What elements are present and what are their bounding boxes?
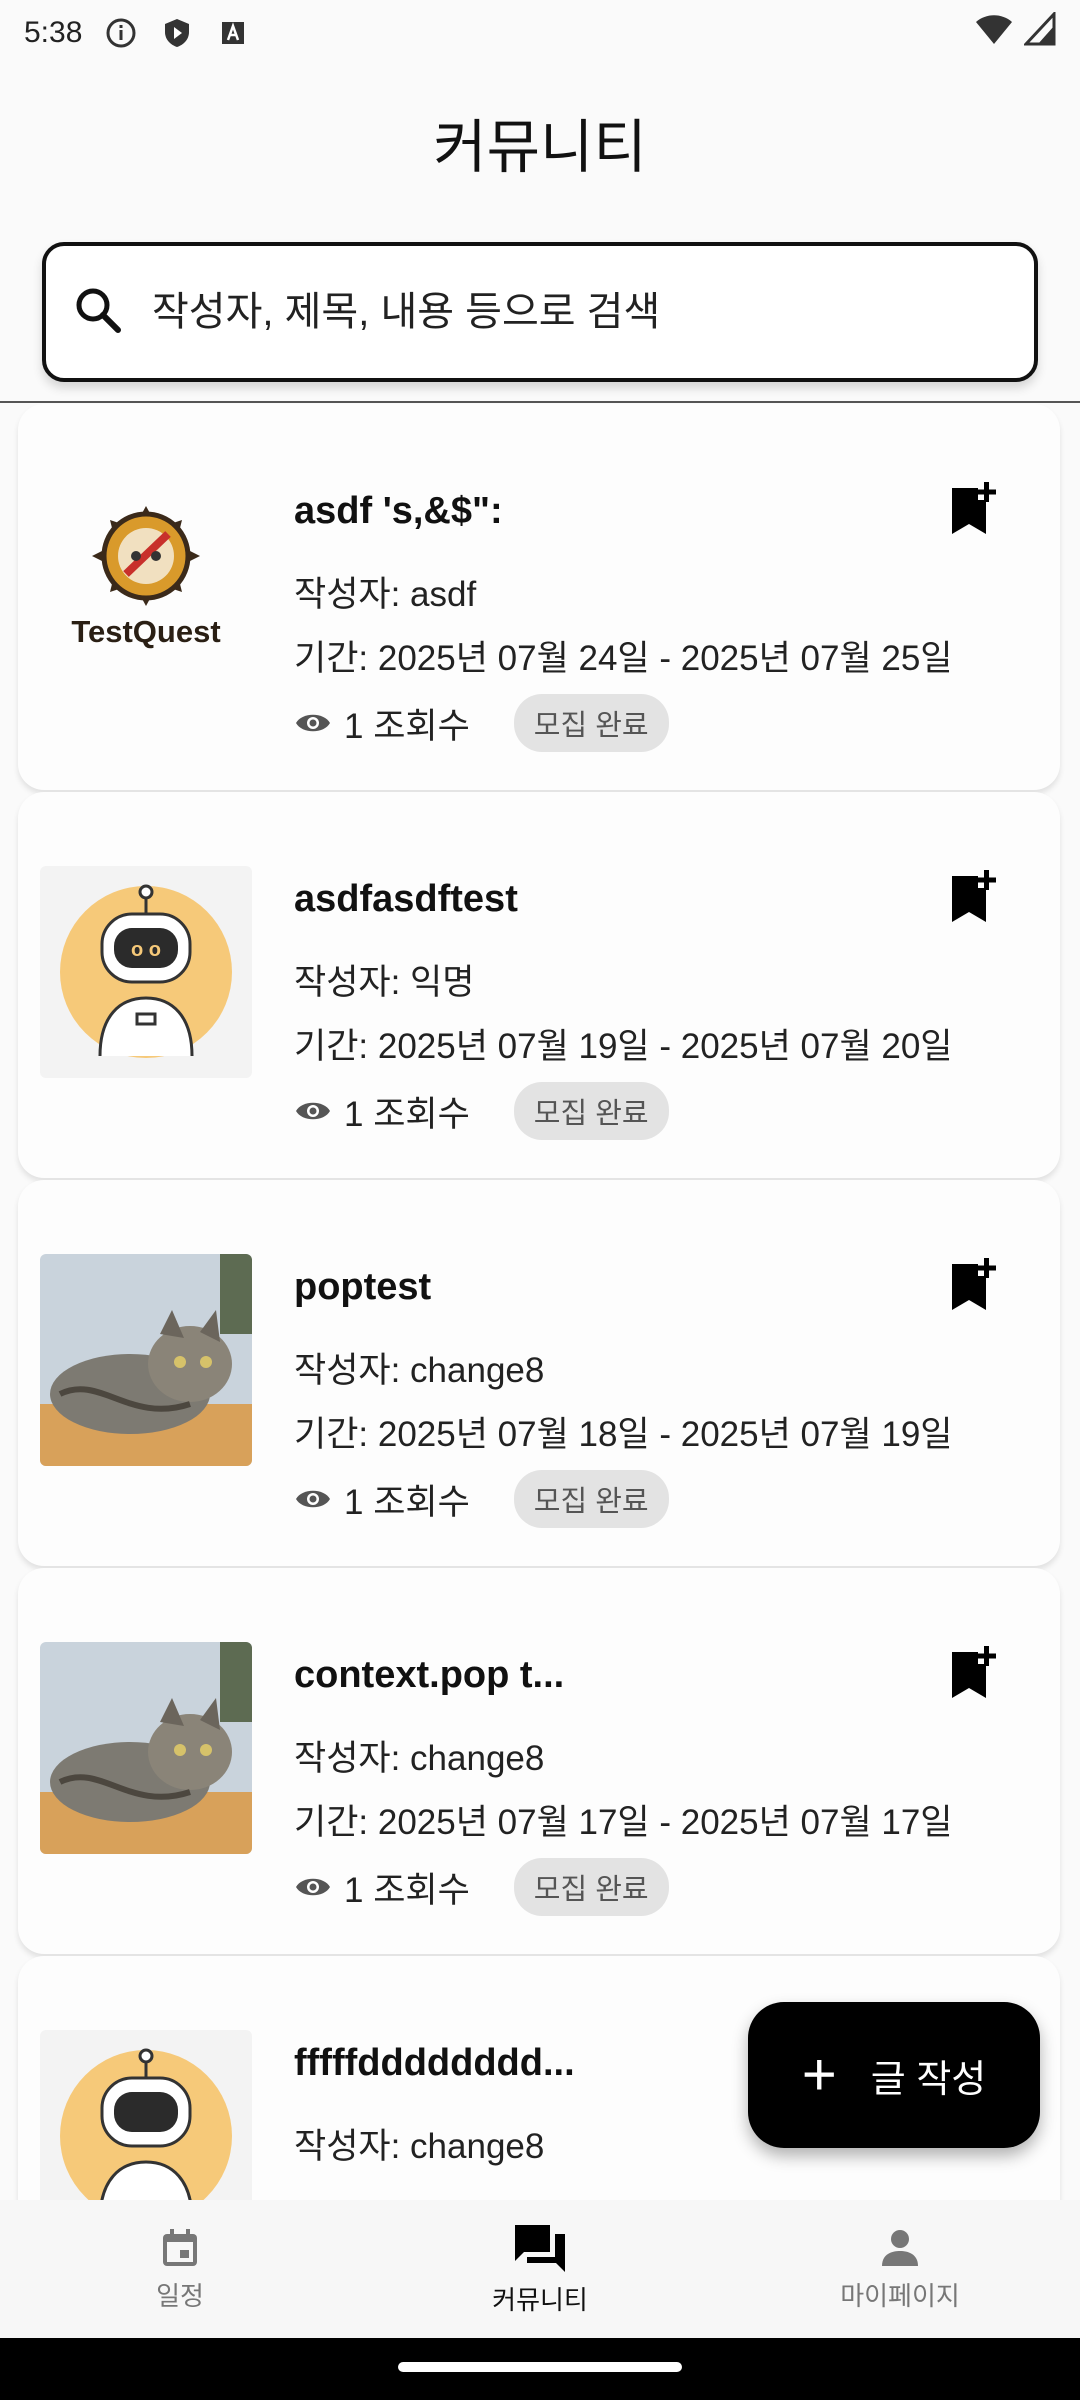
post-period: 기간: 2025년 07월 24일 - 2025년 07월 25일 [294, 639, 953, 678]
write-post-button[interactable]: + 글 작성 [748, 2002, 1040, 2148]
forum-icon [515, 2224, 565, 2272]
post-list[interactable]: TestQuest asdf 's,&$": 작성자: asdf 기간: 202… [0, 404, 1080, 2200]
view-count: 1 조회수 [344, 1482, 470, 1522]
svg-text:o o: o o [131, 939, 161, 961]
post-period: 기간: 2025년 07월 18일 - 2025년 07월 19일 [294, 1415, 953, 1454]
post-title: fffffdddddddd... [294, 2042, 575, 2084]
post-card[interactable]: TestQuest asdf 's,&$": 작성자: asdf 기간: 202… [18, 404, 1060, 790]
header-divider [0, 401, 1080, 403]
status-bar: 5:38 [0, 0, 1080, 66]
eye-icon [296, 714, 330, 732]
post-title: poptest [294, 1266, 432, 1308]
eye-icon [296, 1490, 330, 1508]
home-indicator[interactable] [398, 2362, 682, 2372]
status-badge: 모집 완료 [513, 1082, 669, 1140]
post-author: 작성자: change8 [294, 1739, 545, 1778]
post-card[interactable]: o o asdfasdftest 작성자: 익명 기간: 2025년 07월 1… [18, 792, 1060, 1178]
post-card[interactable]: context.pop t... 작성자: change8 기간: 2025년 … [18, 1568, 1060, 1954]
bookmark-add-icon[interactable] [948, 1644, 1000, 1702]
svg-text:TestQuest: TestQuest [71, 614, 220, 649]
post-title: context.pop t... [294, 1654, 565, 1696]
post-title: asdf 's,&$": [294, 490, 503, 532]
person-icon [882, 2229, 918, 2266]
status-time: 5:38 [24, 16, 83, 49]
post-thumbnail: o o [40, 866, 252, 1078]
bookmark-add-icon[interactable] [948, 1256, 1000, 1314]
status-badge: 모집 완료 [513, 1470, 669, 1528]
view-count: 1 조회수 [344, 1094, 470, 1134]
eye-icon [296, 1878, 330, 1896]
nav-item-mypage[interactable]: 마이페이지 [720, 2200, 1080, 2338]
post-meta: 1 조회수 모집 완료 [294, 1858, 669, 1916]
post-title: asdfasdftest [294, 878, 518, 920]
post-period: 기간: 2025년 07월 17일 - 2025년 07월 17일 [294, 1803, 953, 1842]
write-post-label: 글 작성 [870, 2058, 987, 2101]
post-card[interactable]: poptest 작성자: change8 기간: 2025년 07월 18일 -… [18, 1180, 1060, 1566]
status-badge: 모집 완료 [513, 694, 669, 752]
post-thumbnail [40, 1642, 252, 1854]
search-input[interactable] [152, 289, 1012, 335]
page-title: 커뮤니티 [433, 115, 647, 180]
signal-icon [1022, 10, 1056, 54]
cat-photo [40, 1642, 252, 1854]
post-thumbnail [40, 1254, 252, 1466]
shield-icon [160, 16, 194, 50]
keyboard-a-icon [216, 16, 250, 50]
post-period: 기간: 2025년 07월 19일 - 2025년 07월 20일 [294, 1027, 953, 1066]
search-bar[interactable] [42, 242, 1038, 382]
bookmark-add-icon[interactable] [948, 868, 1000, 926]
nav-label-schedule: 일정 [156, 2280, 204, 2311]
nav-item-community[interactable]: 커뮤니티 [360, 2200, 720, 2338]
nav-label-community: 커뮤니티 [492, 2284, 588, 2315]
bookmark-add-icon[interactable] [948, 480, 1000, 538]
view-count: 1 조회수 [344, 706, 470, 746]
post-thumbnail [40, 2030, 252, 2200]
bottom-nav: 일정 커뮤니티 마이페이지 [0, 2200, 1080, 2338]
nav-label-mypage: 마이페이지 [840, 2280, 960, 2311]
calendar-icon [163, 2228, 197, 2266]
view-count: 1 조회수 [344, 1870, 470, 1910]
post-author: 작성자: change8 [294, 2127, 545, 2166]
post-author: 작성자: 익명 [294, 963, 475, 1002]
post-thumbnail: TestQuest [40, 478, 252, 690]
nav-item-schedule[interactable]: 일정 [0, 2200, 360, 2338]
post-author: 작성자: asdf [294, 575, 477, 614]
eye-icon [296, 1102, 330, 1120]
post-meta: 1 조회수 모집 완료 [294, 694, 669, 752]
gesture-bar [0, 2338, 1080, 2400]
cat-photo [40, 1254, 252, 1466]
plus-icon: + [801, 2041, 837, 2108]
info-icon [104, 16, 138, 50]
robot-avatar [60, 2048, 232, 2200]
search-icon [72, 284, 124, 341]
status-badge: 모집 완료 [513, 1858, 669, 1916]
post-author: 작성자: change8 [294, 1351, 545, 1390]
robot-avatar: o o [60, 884, 232, 1058]
wifi-icon [974, 12, 1014, 54]
post-meta: 1 조회수 모집 완료 [294, 1470, 669, 1528]
testquest-logo: TestQuest [71, 506, 221, 649]
post-meta: 1 조회수 모집 완료 [294, 1082, 669, 1140]
